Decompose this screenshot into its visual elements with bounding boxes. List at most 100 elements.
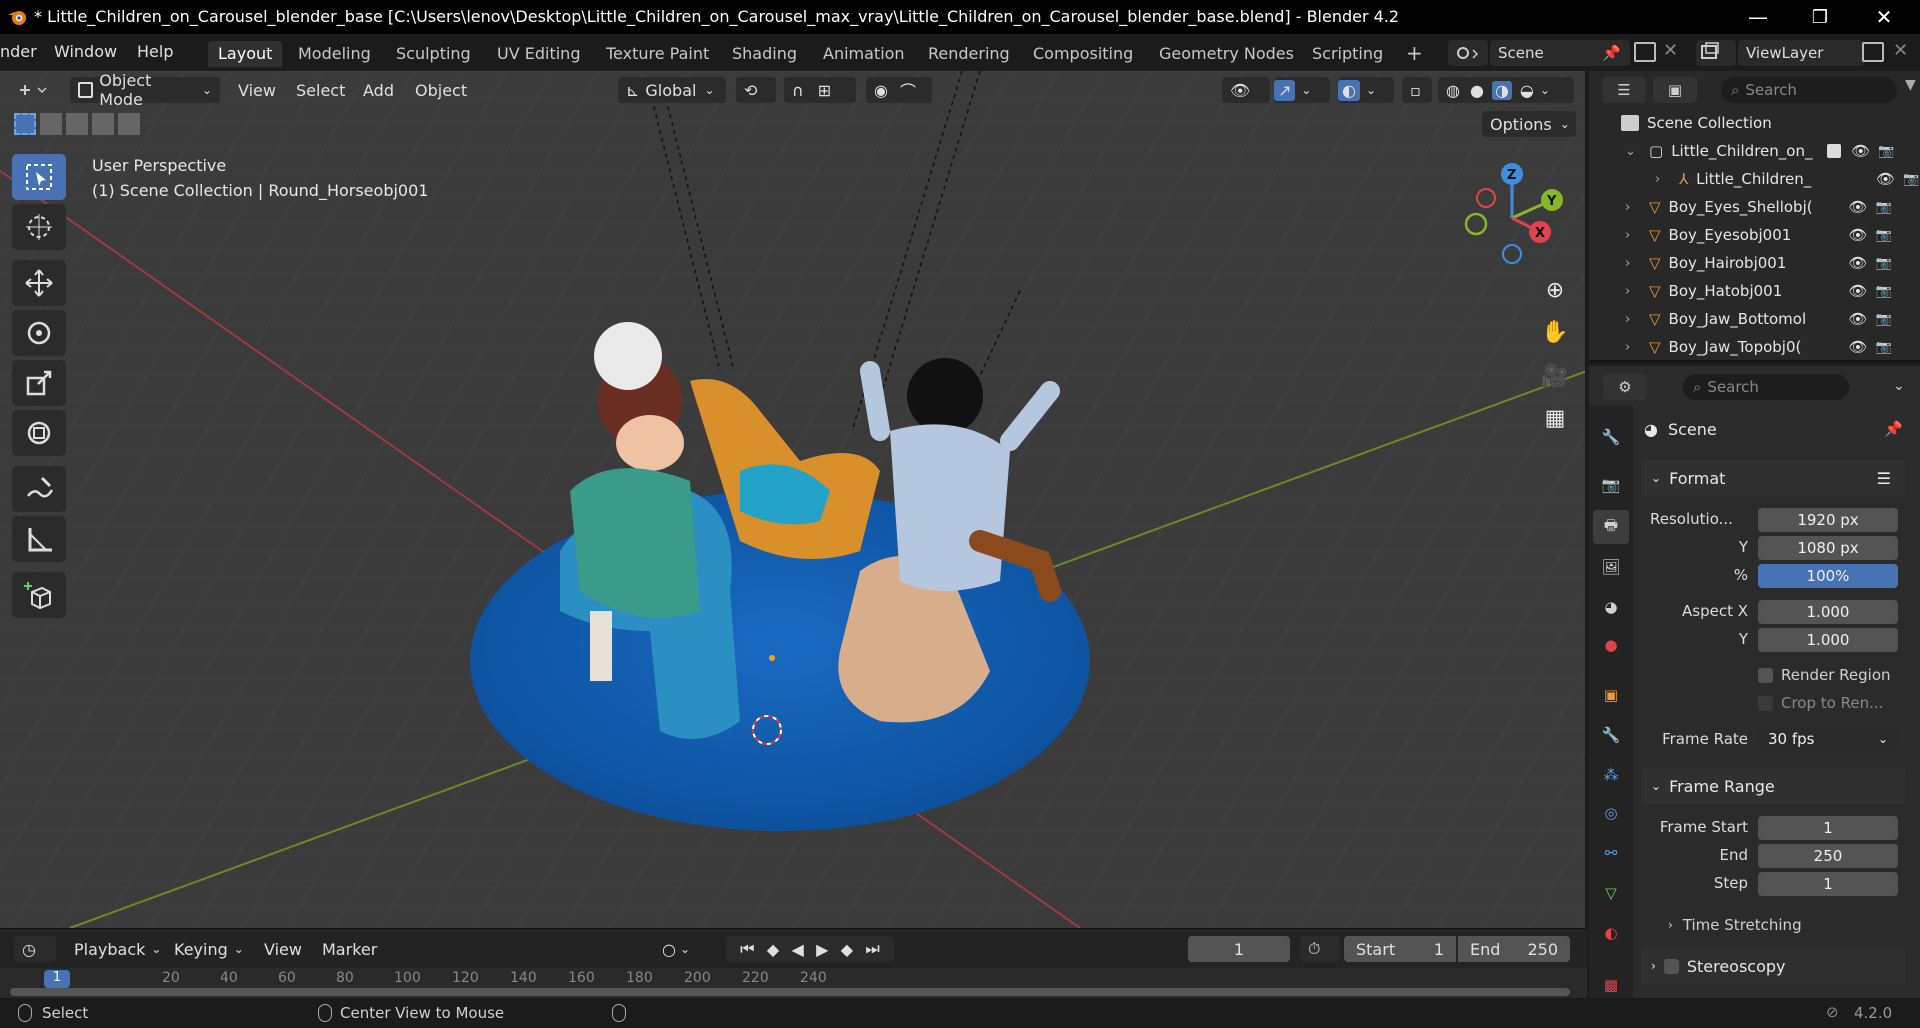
eye-icon[interactable]: 👁 bbox=[1851, 142, 1870, 160]
menu-help[interactable]: Help bbox=[137, 42, 173, 61]
shading-modes[interactable]: ◍ ● ◑ ◒ ⌄ bbox=[1438, 77, 1574, 103]
eye-icon[interactable]: 👁 bbox=[1849, 226, 1868, 244]
camera-icon[interactable]: 📷 bbox=[1876, 256, 1892, 271]
wireframe-shading-icon[interactable]: ◍ bbox=[1446, 81, 1460, 100]
tab-render[interactable]: 📷 bbox=[1593, 468, 1629, 502]
tab-texture[interactable]: ▩ bbox=[1593, 968, 1629, 1002]
overlay-toggle[interactable]: ◐ ⌄ bbox=[1338, 77, 1394, 103]
viewlayer-name-field[interactable]: ViewLayer bbox=[1738, 40, 1864, 66]
frame-start-field[interactable]: 1 bbox=[1758, 816, 1898, 840]
menu-select[interactable]: Select bbox=[296, 77, 345, 103]
select-extend-icon[interactable] bbox=[40, 113, 62, 135]
tab-object[interactable]: ▣ bbox=[1593, 678, 1629, 712]
tab-world[interactable]: ● bbox=[1593, 628, 1629, 662]
tab-scripting[interactable]: Scripting bbox=[1302, 41, 1393, 67]
play-icon[interactable]: ▶ bbox=[816, 940, 828, 959]
outliner-item[interactable]: › ▽ Boy_Hairobj001 👁 📷 bbox=[1589, 249, 1920, 277]
properties-search-input[interactable]: ⌕ Search bbox=[1683, 374, 1849, 400]
scale-tool[interactable] bbox=[12, 360, 66, 406]
delete-scene-icon[interactable]: ✕ bbox=[1663, 40, 1678, 61]
tab-data[interactable]: ▽ bbox=[1593, 876, 1629, 910]
chevron-right-icon[interactable]: › bbox=[1625, 228, 1639, 243]
timeline-view-menu[interactable]: View bbox=[264, 936, 302, 962]
camera-icon[interactable]: 📷 bbox=[1876, 340, 1892, 355]
camera-icon[interactable]: 📷 bbox=[1876, 200, 1892, 215]
crop-box[interactable] bbox=[1758, 695, 1773, 711]
time-stretching-subpanel[interactable]: › Time Stretching bbox=[1668, 916, 1802, 934]
use-preview-range-button[interactable]: ⏱ bbox=[1300, 936, 1340, 962]
solid-shading-icon[interactable]: ● bbox=[1470, 81, 1484, 100]
rendered-shading-icon[interactable]: ◒ bbox=[1520, 81, 1534, 100]
prev-keyframe-icon[interactable]: ◆ bbox=[767, 940, 779, 959]
outliner-item[interactable]: ⌄ ▢ Little_Children_on_ 👁 📷 bbox=[1589, 137, 1920, 165]
eye-icon[interactable]: 👁 bbox=[1849, 338, 1868, 356]
camera-icon[interactable]: 📷 bbox=[1876, 312, 1892, 327]
eye-icon[interactable]: 👁 bbox=[1849, 198, 1868, 216]
resolution-percent-field[interactable]: 100% bbox=[1758, 564, 1898, 588]
tab-material[interactable]: ◐ bbox=[1593, 916, 1629, 950]
measure-tool[interactable] bbox=[12, 516, 66, 562]
ortho-toggle-button[interactable]: ▦ bbox=[1535, 398, 1575, 438]
presets-icon[interactable]: ☰ bbox=[1877, 469, 1891, 488]
tab-rendering[interactable]: Rendering bbox=[918, 41, 1020, 67]
jump-start-icon[interactable]: ⏮ bbox=[740, 939, 754, 959]
minimize-button[interactable]: — bbox=[1730, 0, 1786, 34]
tab-constraints[interactable]: ⚯ bbox=[1593, 836, 1629, 870]
outliner-search-input[interactable]: ⌕ Search bbox=[1721, 77, 1897, 103]
tab-tool[interactable]: 🔧 bbox=[1593, 420, 1629, 454]
options-dropdown[interactable]: Options ⌄ bbox=[1482, 111, 1576, 137]
new-scene-icon[interactable] bbox=[1634, 42, 1656, 62]
proportional-edit-button[interactable]: ◉ ⌒ bbox=[866, 77, 932, 103]
frame-end-field[interactable]: End 250 bbox=[1458, 936, 1570, 962]
crop-checkbox[interactable]: Crop to Ren... bbox=[1758, 694, 1883, 712]
camera-icon[interactable]: 📷 bbox=[1876, 228, 1892, 243]
transform-orientation-dropdown[interactable]: ⊾ Global ⌄ bbox=[618, 77, 726, 103]
gizmo-toggle[interactable]: ↗ ⌄ bbox=[1274, 77, 1330, 103]
zoom-button[interactable]: ⊕ bbox=[1535, 270, 1575, 310]
pin-icon[interactable]: 📌 bbox=[1602, 44, 1621, 62]
tab-modifiers[interactable]: 🔧 bbox=[1593, 718, 1629, 752]
properties-editor-type[interactable]: ⚙ bbox=[1603, 374, 1647, 400]
navigation-gizmo[interactable]: Z Y X bbox=[1456, 160, 1566, 270]
move-tool[interactable] bbox=[12, 260, 66, 306]
rotate-tool[interactable] bbox=[12, 310, 66, 356]
outliner-item[interactable]: › ▽ Boy_Jaw_Topobj0(👁 📷 bbox=[1589, 333, 1920, 361]
stereoscopy-checkbox[interactable] bbox=[1663, 958, 1679, 974]
outliner-item[interactable]: › ▽ Boy_Jaw_Bottomol 👁 📷 bbox=[1589, 305, 1920, 333]
filter-icon[interactable]: ▼ bbox=[1905, 77, 1916, 93]
resolution-y-field[interactable]: 1080 px bbox=[1758, 536, 1898, 560]
eye-icon[interactable]: 👁 bbox=[1849, 254, 1868, 272]
close-button[interactable]: ✕ bbox=[1856, 0, 1912, 34]
select-subtract-icon[interactable] bbox=[66, 113, 88, 135]
tab-layout[interactable]: Layout bbox=[208, 41, 283, 67]
chevron-right-icon[interactable]: › bbox=[1625, 284, 1639, 299]
chevron-right-icon[interactable]: › bbox=[1625, 340, 1639, 355]
outliner-item[interactable]: › ▽ Boy_Hatobj001 👁 📷 bbox=[1589, 277, 1920, 305]
tab-compositing[interactable]: Compositing bbox=[1023, 41, 1143, 67]
annotate-tool[interactable] bbox=[12, 466, 66, 512]
eye-icon[interactable]: 👁 bbox=[1849, 310, 1868, 328]
frame-step-field[interactable]: 1 bbox=[1758, 872, 1898, 896]
chevron-right-icon[interactable]: › bbox=[1625, 256, 1639, 271]
format-panel-header[interactable]: ⌄ Format ☰ bbox=[1641, 460, 1905, 496]
playhead[interactable]: 1 bbox=[44, 970, 70, 988]
outliner-item[interactable]: › ▽ Boy_Eyes_Shellobj(👁 📷 bbox=[1589, 193, 1920, 221]
mode-dropdown[interactable]: Object Mode ⌄ bbox=[70, 71, 220, 109]
select-new-icon[interactable] bbox=[14, 113, 36, 135]
select-invert-icon[interactable] bbox=[92, 113, 114, 135]
tab-scene[interactable]: ◕ bbox=[1593, 590, 1629, 624]
playback-menu[interactable]: Playback ⌄ bbox=[74, 936, 161, 962]
add-cube-tool[interactable] bbox=[12, 572, 66, 618]
camera-view-button[interactable]: 🎥 bbox=[1535, 356, 1575, 396]
tab-particles[interactable]: ⁂ bbox=[1593, 758, 1629, 792]
eye-icon[interactable]: 👁 bbox=[1876, 170, 1895, 188]
play-reverse-icon[interactable]: ◀ bbox=[792, 940, 804, 959]
chevron-down-icon[interactable]: ⌄ bbox=[1625, 144, 1639, 159]
snap-button[interactable]: ∩ ⊞ bbox=[784, 77, 856, 103]
chevron-right-icon[interactable]: › bbox=[1625, 200, 1639, 215]
frame-range-panel-header[interactable]: ⌄ Frame Range bbox=[1641, 768, 1905, 804]
next-keyframe-icon[interactable]: ◆ bbox=[841, 940, 853, 959]
tab-physics[interactable]: ◎ bbox=[1593, 796, 1629, 830]
tab-shading[interactable]: Shading bbox=[722, 41, 807, 67]
select-box-tool[interactable] bbox=[12, 154, 66, 200]
